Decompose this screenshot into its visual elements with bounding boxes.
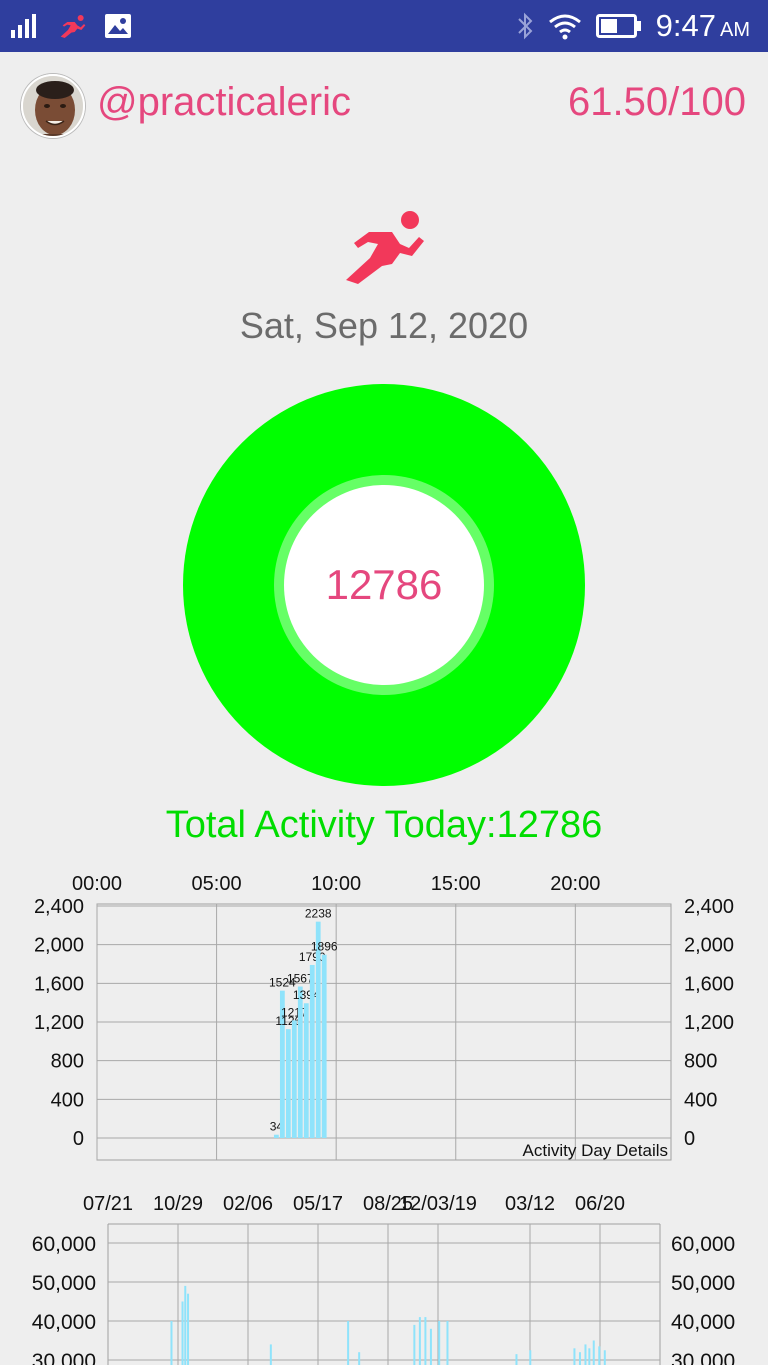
bar — [592, 1340, 595, 1365]
bar — [269, 1344, 272, 1365]
y-tick-left: 1,200 — [34, 1012, 84, 1034]
x-tick: 15:00 — [431, 873, 481, 895]
y-tick-right: 0 — [684, 1128, 695, 1150]
bar — [573, 1348, 576, 1365]
bar — [309, 964, 315, 1138]
battery-icon — [595, 14, 641, 38]
y-tick-right: 2,000 — [684, 935, 734, 957]
bar — [181, 1301, 184, 1365]
bar — [429, 1328, 432, 1365]
ring-value: 12786 — [325, 561, 443, 608]
clock-time: 9:47 — [655, 8, 716, 43]
date-label: Sat, Sep 12, 2020 — [239, 305, 529, 346]
x-tick: 00:00 — [72, 873, 122, 895]
bar — [315, 921, 321, 1138]
avatar-image — [23, 76, 83, 136]
y-tick-right: 800 — [684, 1051, 717, 1073]
bar — [438, 1321, 441, 1365]
x-tick: 10/29 — [153, 1193, 203, 1215]
bar — [273, 1134, 279, 1138]
bar — [187, 1293, 190, 1365]
x-tick: 12/03/19 — [399, 1193, 477, 1215]
y-tick-right: 1,600 — [684, 973, 734, 995]
y-tick-right: 60,000 — [671, 1233, 735, 1256]
y-tick-right: 40,000 — [671, 1311, 735, 1334]
bar — [529, 1350, 532, 1365]
y-tick-right: 50,000 — [671, 1272, 735, 1295]
plot-frame — [96, 903, 672, 1161]
y-tick-left: 60,000 — [32, 1233, 96, 1256]
clock-ampm: AM — [720, 19, 750, 41]
x-tick: 06/20 — [575, 1193, 625, 1215]
bar — [170, 1321, 173, 1365]
bluetooth-icon — [517, 12, 533, 40]
x-tick: 05:00 — [192, 873, 242, 895]
y-tick-left: 1,600 — [34, 973, 84, 995]
bar — [297, 986, 303, 1138]
signal-icon — [11, 14, 36, 38]
bar — [418, 1317, 421, 1365]
wifi-icon — [548, 14, 581, 40]
y-tick-left: 40,000 — [32, 1311, 96, 1334]
runner-notification-icon — [60, 15, 86, 38]
activity-history-chart[interactable]: 30,000 30,000 40,000 40,000 50,000 50,000 60,0… — [0, 1180, 768, 1365]
x-tick: 07/21 — [83, 1193, 133, 1215]
x-tick: 20:00 — [550, 873, 600, 895]
data-label: 2238 — [305, 907, 332, 921]
y-tick-left: 2,000 — [34, 935, 84, 957]
bar — [184, 1285, 187, 1365]
y-tick-left: 0 — [73, 1128, 84, 1150]
image-notification-icon — [105, 14, 131, 38]
username[interactable]: @practicaleric — [97, 80, 351, 125]
y-tick-left: 800 — [51, 1051, 84, 1073]
x-tick: 10:00 — [311, 873, 361, 895]
runner-icon — [346, 211, 424, 284]
total-activity-label: Total Activity Today:12786 — [165, 804, 603, 846]
data-label: 1896 — [311, 940, 338, 954]
clock: 9:47 AM — [656, 8, 750, 44]
bar — [321, 954, 327, 1138]
y-tick-left: 30,000 — [32, 1350, 96, 1365]
y-tick-right: 30,000 — [671, 1350, 735, 1365]
score: 61.50/100 — [568, 80, 746, 124]
bar — [603, 1350, 606, 1365]
y-tick-right: 2,400 — [684, 896, 734, 918]
y-tick-right: 400 — [684, 1089, 717, 1111]
bar — [413, 1324, 416, 1365]
chart-title: Activity Day Details — [523, 1141, 668, 1160]
bar — [578, 1352, 581, 1365]
activity-ring: 12786 — [183, 384, 585, 786]
bar — [358, 1352, 361, 1365]
bar — [303, 1003, 309, 1138]
x-tick: 03/12 — [505, 1193, 555, 1215]
x-tick: 05/17 — [293, 1193, 343, 1215]
status-bar-right: 9:47 AM — [516, 8, 750, 44]
x-tick: 02/06 — [223, 1193, 273, 1215]
y-tick-left: 2,400 — [34, 896, 84, 918]
y-tick-left: 400 — [51, 1089, 84, 1111]
bar — [347, 1321, 350, 1365]
bar — [515, 1354, 518, 1365]
y-tick-right: 1,200 — [684, 1012, 734, 1034]
bar — [588, 1348, 591, 1365]
bar — [598, 1346, 601, 1365]
avatar[interactable] — [21, 74, 85, 138]
status-bar-left — [10, 10, 132, 42]
bar — [285, 1029, 291, 1138]
bar — [584, 1344, 587, 1365]
y-tick-left: 50,000 — [32, 1272, 96, 1295]
bar — [424, 1317, 427, 1365]
bar — [291, 1020, 297, 1138]
ring-center: 12786 — [284, 485, 484, 685]
bar — [446, 1321, 449, 1365]
activity-day-chart[interactable]: 0 0 400 400 800 800 1,200 1,200 1,600 1,600 2,000 2… — [0, 862, 768, 1172]
status-bar: 9:47 AM — [0, 0, 768, 52]
